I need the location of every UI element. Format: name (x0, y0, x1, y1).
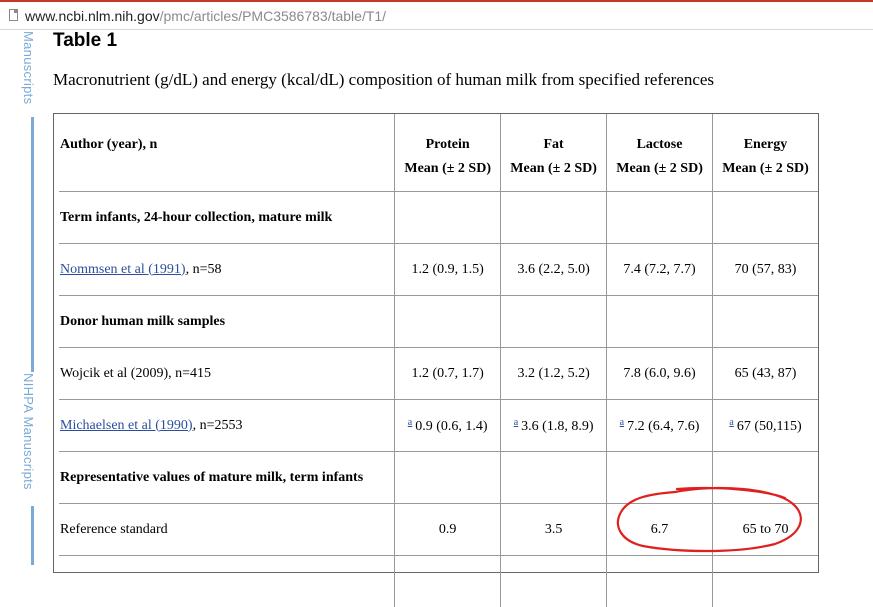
section-heading: Donor human milk samples (60, 314, 225, 329)
cell-protein: a0.9 (0.6, 1.4) (395, 400, 501, 452)
table-row: Michaelsen et al (1990), n=2553a0.9 (0.6… (59, 400, 818, 452)
row-label-text: Wojcik et al (2009), n=415 (60, 366, 211, 381)
cell-value: 67 (50,115) (737, 419, 802, 434)
red-ellipse-annotation (615, 486, 805, 552)
subheader-fat: Mean (± 2 SD) (501, 157, 607, 192)
table-subheader-row: Mean (± 2 SD) Mean (± 2 SD) Mean (± 2 SD… (59, 157, 818, 192)
cell-energy (713, 192, 818, 244)
subheader-protein: Mean (± 2 SD) (395, 157, 501, 192)
header-lactose: Lactose (607, 114, 713, 157)
cell-protein (395, 192, 501, 244)
row-label-text: , n=2553 (193, 418, 243, 433)
subheader-energy: Mean (± 2 SD) (713, 157, 818, 192)
cell-value: 3.2 (1.2, 5.2) (517, 366, 589, 381)
cell-value: 3.6 (2.2, 5.0) (517, 262, 589, 277)
cell-fat (501, 452, 607, 504)
sidebar-label-manuscripts: Manuscripts (21, 31, 36, 104)
url-host: www.ncbi.nlm.nih.gov (25, 8, 160, 24)
url-text[interactable]: www.ncbi.nlm.nih.gov/pmc/articles/PMC358… (25, 7, 386, 25)
cell-value: 7.8 (6.0, 9.6) (623, 366, 695, 381)
footnote-link[interactable]: a (408, 417, 412, 428)
row-label-cell: Term infants, 24-hour collection, mature… (59, 192, 395, 244)
header-author: Author (year), n (59, 114, 395, 157)
reference-link[interactable]: Nommsen et al (1991) (60, 262, 186, 277)
cell-value: 0.9 (439, 522, 457, 537)
table-row: Nommsen et al (1991), n=58 1.2 (0.9, 1.5)… (59, 244, 818, 296)
row-label-text: Reference standard (60, 522, 168, 537)
footnote-link[interactable]: a (729, 417, 733, 428)
footnote-link[interactable]: a (514, 417, 518, 428)
reference-link[interactable]: Michaelsen et al (1990) (60, 418, 193, 433)
row-label-cell: Reference standard (59, 504, 395, 556)
cell-value: 1.2 (0.9, 1.5) (412, 262, 484, 277)
header-fat: Fat (501, 114, 607, 157)
cell-fat: 3.2 (1.2, 5.2) (501, 348, 607, 400)
url-path: /pmc/articles/PMC3586783/table/T1/ (160, 8, 386, 24)
table-row (59, 556, 818, 607)
cell-energy (713, 296, 818, 348)
cell-energy: 65 (43, 87) (713, 348, 818, 400)
cell-lactose (607, 296, 713, 348)
table-section-row: Term infants, 24-hour collection, mature… (59, 192, 818, 244)
cell-protein: 0.9 (395, 504, 501, 556)
row-label-cell: Michaelsen et al (1990), n=2553 (59, 400, 395, 452)
section-heading: Representative values of mature milk, te… (60, 470, 363, 485)
empty-cell (395, 556, 501, 607)
cell-fat: 3.5 (501, 504, 607, 556)
cell-value: 1.2 (0.7, 1.7) (412, 366, 484, 381)
cell-lactose: 7.8 (6.0, 9.6) (607, 348, 713, 400)
table-row: Wojcik et al (2009), n=415 1.2 (0.7, 1.7)… (59, 348, 818, 400)
address-bar[interactable]: www.ncbi.nlm.nih.gov/pmc/articles/PMC358… (0, 0, 873, 30)
cell-fat (501, 296, 607, 348)
cell-value: 3.5 (545, 522, 563, 537)
subheader-empty (59, 157, 395, 192)
cell-protein: 1.2 (0.9, 1.5) (395, 244, 501, 296)
row-label-cell: Nommsen et al (1991), n=58 (59, 244, 395, 296)
row-label-cell: Wojcik et al (2009), n=415 (59, 348, 395, 400)
cell-value: 7.4 (7.2, 7.7) (623, 262, 695, 277)
table-section-row: Donor human milk samples (59, 296, 818, 348)
table-header-row: Author (year), n Protein Fat Lactose Ene… (59, 114, 818, 157)
cell-protein: 1.2 (0.7, 1.7) (395, 348, 501, 400)
cell-fat: a3.6 (1.8, 8.9) (501, 400, 607, 452)
row-label-cell: Donor human milk samples (59, 296, 395, 348)
header-energy: Energy (713, 114, 818, 157)
cell-fat (501, 192, 607, 244)
section-heading: Term infants, 24-hour collection, mature… (60, 210, 332, 225)
table-title: Table 1 (53, 29, 117, 53)
cell-value: 0.9 (0.6, 1.4) (415, 419, 487, 434)
cell-value: 70 (57, 83) (735, 262, 797, 277)
empty-cell (501, 556, 607, 607)
header-protein: Protein (395, 114, 501, 157)
row-label-cell: Representative values of mature milk, te… (59, 452, 395, 504)
sidebar-divider-line (31, 506, 34, 565)
cell-value: 7.2 (6.4, 7.6) (627, 419, 699, 434)
table-caption: Macronutrient (g/dL) and energy (kcal/dL… (53, 70, 714, 90)
cell-value: 3.6 (1.8, 8.9) (521, 419, 593, 434)
cell-protein (395, 452, 501, 504)
sidebar-label-nihpa-manuscripts: NIHPA Manuscripts (21, 373, 36, 490)
cell-value: 65 (43, 87) (735, 366, 797, 381)
sidebar-divider-line (31, 117, 34, 372)
subheader-lactose: Mean (± 2 SD) (607, 157, 713, 192)
row-label-text: , n=58 (186, 262, 222, 277)
cell-protein (395, 296, 501, 348)
empty-cell (607, 556, 713, 607)
cell-lactose (607, 192, 713, 244)
page-icon (9, 9, 18, 21)
cell-lactose: a7.2 (6.4, 7.6) (607, 400, 713, 452)
empty-cell (59, 556, 395, 607)
annotation-stroke (618, 488, 801, 551)
cell-lactose: 7.4 (7.2, 7.7) (607, 244, 713, 296)
cell-energy: 70 (57, 83) (713, 244, 818, 296)
cell-energy: a 67 (50,115) (713, 400, 818, 452)
empty-cell (713, 556, 818, 607)
cell-fat: 3.6 (2.2, 5.0) (501, 244, 607, 296)
footnote-link[interactable]: a (620, 417, 624, 428)
